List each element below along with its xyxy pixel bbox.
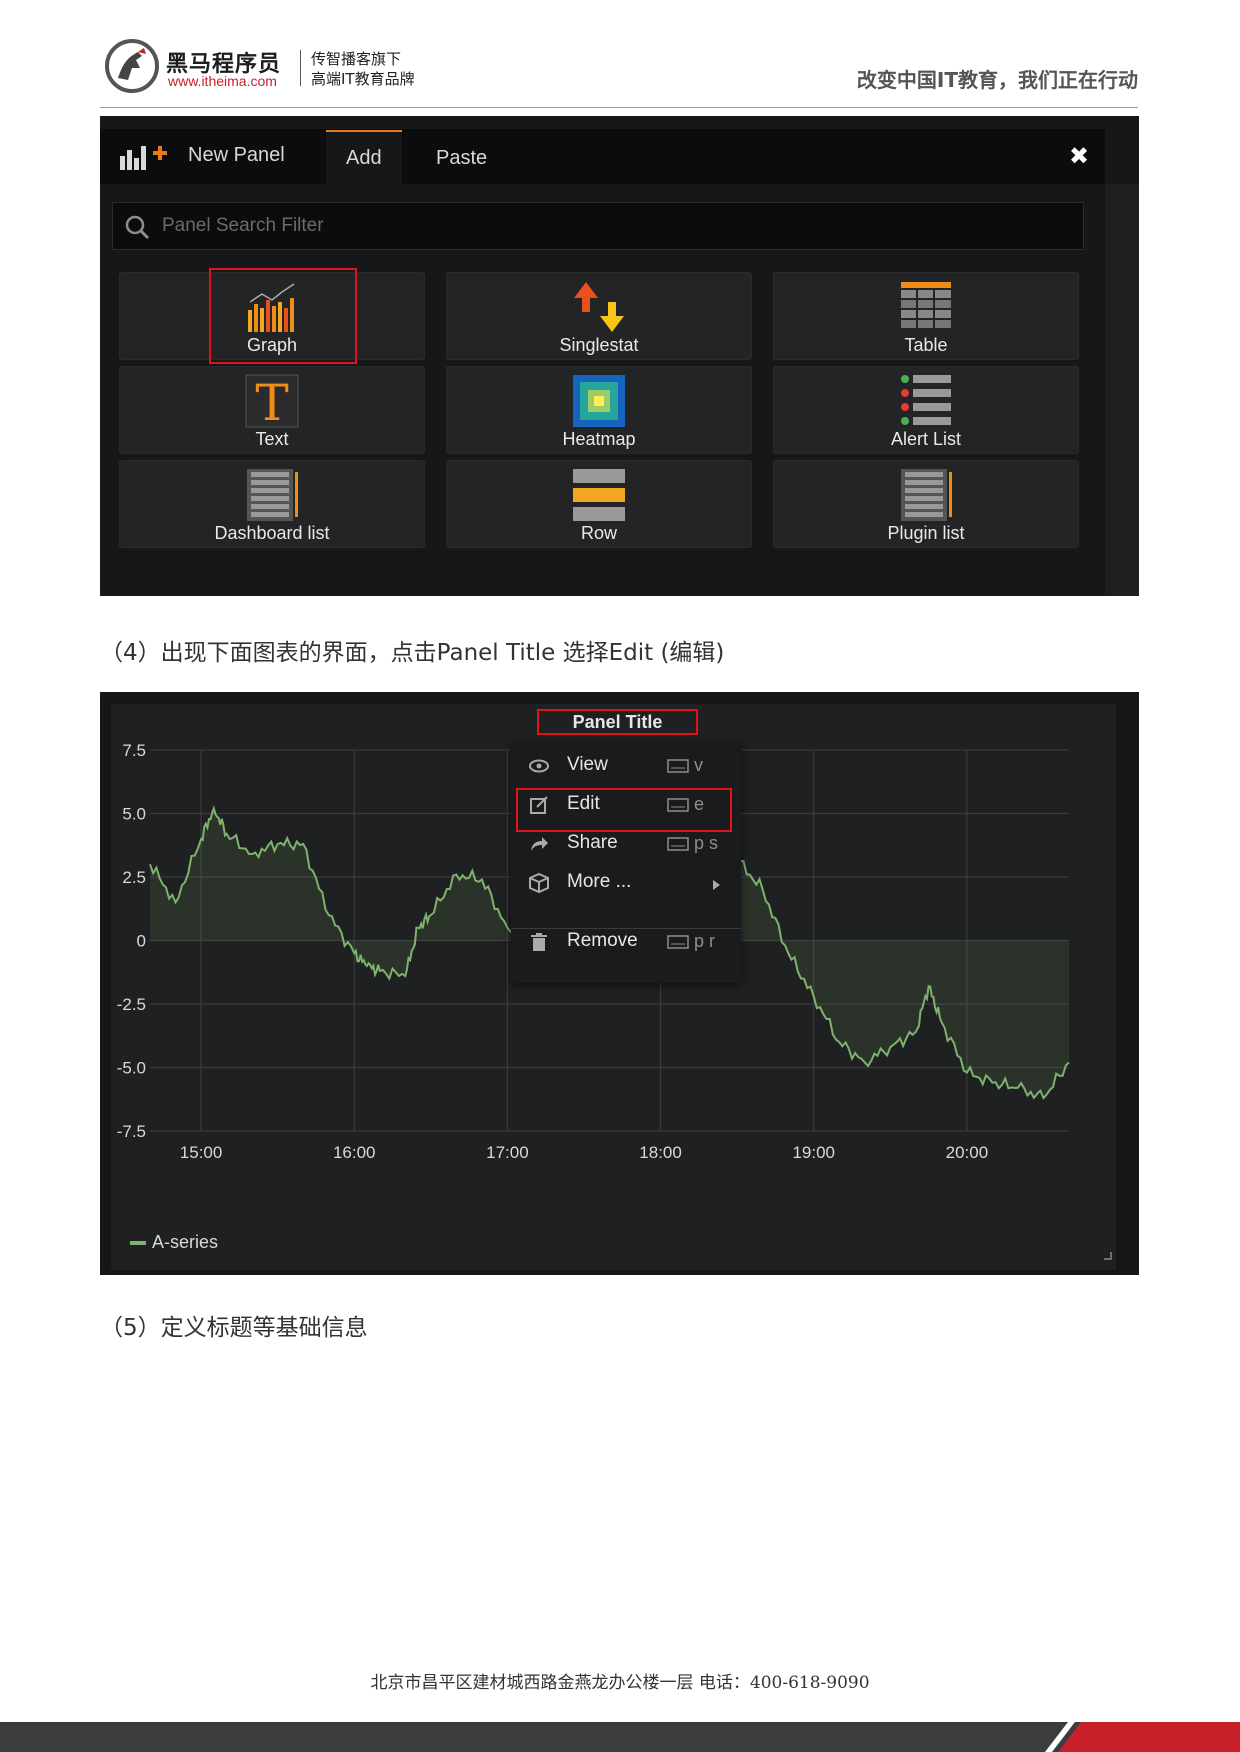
menu-divider [511, 928, 741, 929]
cube-icon [529, 872, 549, 894]
resize-handle-icon[interactable] [1104, 1252, 1112, 1260]
highlight-box-edit [516, 788, 732, 832]
search-icon [125, 215, 150, 240]
x-tick-label: 18:00 [639, 1143, 682, 1162]
brand-url: www.itheima.com [168, 73, 277, 89]
y-tick-label: -7.5 [117, 1122, 146, 1141]
menu-item-share[interactable]: Share [567, 832, 618, 854]
tile-plugin-list-label: Plugin list [887, 523, 965, 543]
menu-item-view[interactable]: View [567, 754, 608, 776]
tab-add-label[interactable]: Add [346, 147, 382, 170]
table-icon [901, 282, 951, 328]
highlight-box-title [537, 709, 698, 735]
x-tick-label: 19:00 [792, 1143, 835, 1162]
keyboard-icon [667, 935, 689, 949]
y-tick-label: -2.5 [117, 995, 146, 1014]
y-tick-label: 5.0 [122, 805, 146, 824]
tile-heatmap-label: Heatmap [562, 429, 636, 449]
menu-item-more[interactable]: More ... [567, 871, 631, 893]
tile-dashboard-list-label: Dashboard list [214, 523, 330, 543]
keyboard-icon [667, 759, 689, 773]
horse-logo-icon [105, 39, 159, 93]
panel-picker-title: New Panel [188, 144, 285, 166]
panel-picker-screenshot: New Panel Add Paste ✖ Panel Search Filte… [100, 116, 1139, 596]
brand-divider [300, 50, 301, 86]
dashboard-list-icon [247, 469, 298, 521]
plugin-list-icon [901, 469, 952, 521]
brand-tagline-1: 传智播客旗下 [311, 50, 402, 68]
close-icon[interactable]: ✖ [1069, 142, 1089, 170]
brand-tagline-2: 高端IT教育品牌 [311, 70, 415, 88]
footer-bar [0, 1722, 1240, 1752]
share-icon [531, 837, 548, 851]
header-rule [100, 107, 1138, 108]
y-tick-label: -5.0 [117, 1059, 146, 1078]
shortcut-remove: p r [694, 931, 716, 951]
highlight-box-graph [209, 268, 357, 364]
text-icon: T [245, 374, 299, 428]
graph-panel-screenshot: 7.5 5.0 2.5 0 -2.5 -5.0 -7.5 15:00 16:00 17:00 18… [100, 692, 1139, 1275]
x-tick-label: 20:00 [946, 1143, 989, 1162]
chevron-right-icon [713, 880, 720, 890]
tile-singlestat-label: Singlestat [559, 335, 639, 355]
shortcut-view: v [694, 755, 703, 775]
x-tick-label: 15:00 [180, 1143, 223, 1162]
shortcut-share: p s [694, 833, 719, 853]
trash-icon [531, 933, 547, 951]
caption-step-4: （4）出现下面图表的界面，点击Panel Title 选择Edit (编辑) [100, 640, 725, 666]
legend-series-label[interactable]: A-series [152, 1232, 218, 1253]
y-tick-label: 7.5 [122, 741, 146, 760]
new-panel-icon [120, 146, 167, 170]
search-placeholder: Panel Search Filter [162, 215, 324, 236]
tile-alert-list-label: Alert List [890, 429, 962, 449]
alert-list-icon [901, 375, 951, 425]
svg-text:T: T [255, 374, 288, 428]
tab-paste[interactable]: Paste [436, 147, 487, 170]
tile-table-label: Table [904, 335, 948, 355]
y-tick-label: 2.5 [122, 868, 146, 887]
tile-row-label: Row [580, 523, 617, 543]
footer-address: 北京市昌平区建材城西路金燕龙办公楼一层 电话：400-618-9090 [370, 1673, 870, 1693]
x-tick-label: 16:00 [333, 1143, 376, 1162]
menu-item-remove[interactable]: Remove [567, 930, 638, 952]
keyboard-icon [667, 837, 689, 851]
row-icon [573, 469, 625, 521]
tile-text-label: Text [255, 429, 289, 449]
singlestat-icon [574, 282, 624, 332]
caption-step-5: （5）定义标题等基础信息 [100, 1315, 368, 1341]
scroll-edge [1105, 184, 1139, 596]
header-slogan: 改变中国IT教育，我们正在行动 [856, 68, 1138, 92]
eye-icon [529, 759, 549, 773]
y-tick-label: 0 [137, 932, 146, 951]
heatmap-icon [573, 375, 625, 427]
x-tick-label: 17:00 [486, 1143, 529, 1162]
legend-swatch [130, 1241, 146, 1245]
